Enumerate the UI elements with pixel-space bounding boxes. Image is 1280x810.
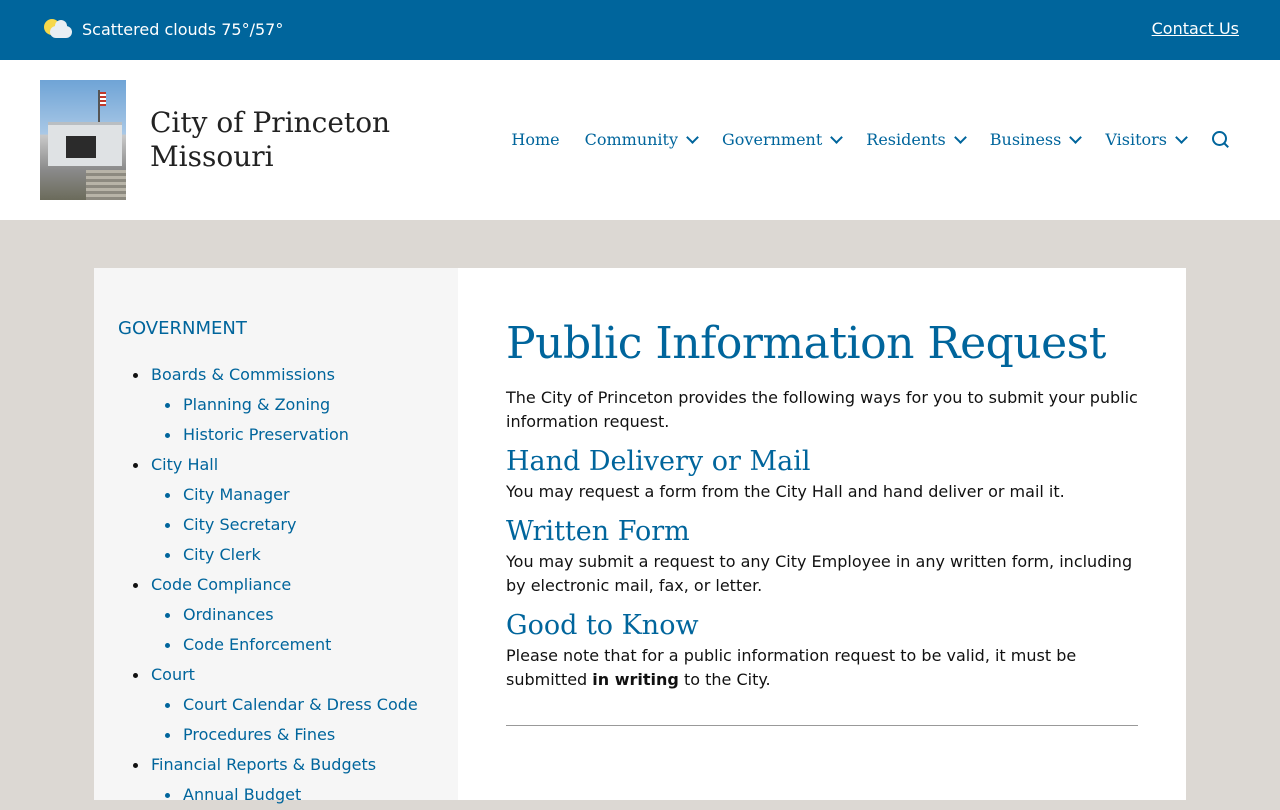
sidebar-subitem[interactable]: City Secretary: [151, 510, 418, 540]
site-title[interactable]: City of Princeton Missouri: [150, 106, 390, 174]
nav-business[interactable]: Business: [989, 130, 1083, 149]
nav-government-label: Government: [722, 130, 823, 149]
main-content: Public Information Request The City of P…: [458, 268, 1186, 800]
sidebar-subitem[interactable]: Planning & Zoning: [151, 390, 418, 420]
main-nav: Home Community Government Residents Busi…: [486, 130, 1230, 149]
section-heading-written-form: Written Form: [506, 516, 690, 547]
section-text-hand-delivery: You may request a form from the City Hal…: [506, 482, 1065, 501]
sidebar-item[interactable]: Financial Reports & Budgets: [133, 750, 418, 780]
sidebar-item[interactable]: City Hall: [133, 450, 418, 480]
intro-text: The City of Princeton provides the follo…: [506, 388, 1138, 431]
site-title-line2: Missouri: [150, 140, 274, 173]
sidebar-subitem[interactable]: Ordinances: [151, 600, 418, 630]
section-text-good-to-know: Please note that for a public informatio…: [506, 644, 1138, 692]
nav-government[interactable]: Government: [722, 130, 844, 149]
contact-us-link[interactable]: Contact Us: [1152, 19, 1239, 38]
site-title-line1: City of Princeton: [150, 106, 391, 139]
weather-text: Scattered clouds 75°/57°: [82, 19, 284, 39]
nav-visitors[interactable]: Visitors: [1105, 130, 1188, 149]
nav-residents-label: Residents: [866, 130, 946, 149]
partly-cloudy-icon: [44, 17, 72, 41]
section-heading-hand-delivery: Hand Delivery or Mail: [506, 446, 811, 477]
search-icon[interactable]: [1212, 130, 1230, 149]
sidebar-subitem[interactable]: Procedures & Fines: [151, 720, 418, 750]
chevron-down-icon: [686, 131, 699, 144]
sidebar-subitem[interactable]: Code Enforcement: [151, 630, 418, 660]
sidebar-item[interactable]: Court: [133, 660, 418, 690]
sidebar-subitem[interactable]: Annual Budget: [151, 780, 418, 810]
nav-community[interactable]: Community: [584, 130, 699, 149]
top-bar: Scattered clouds 75°/57° Contact Us: [0, 0, 1280, 60]
chevron-down-icon: [1069, 131, 1083, 144]
sidebar: GOVERNMENT Boards & Commissions Planning …: [94, 268, 458, 804]
good-to-know-bold: in writing: [592, 670, 679, 689]
city-logo[interactable]: [40, 80, 126, 200]
nav-visitors-label: Visitors: [1105, 130, 1167, 149]
site-header: City of Princeton Missouri Home Communit…: [0, 60, 1280, 220]
sidebar-subitem[interactable]: City Manager: [151, 480, 418, 510]
section-text-written-form: You may submit a request to any City Emp…: [506, 552, 1133, 595]
sidebar-subitem[interactable]: Court Calendar & Dress Code: [151, 690, 418, 720]
nav-home[interactable]: Home: [511, 130, 559, 149]
sidebar-list: Boards & Commissions Planning & Zoning His…: [133, 360, 418, 810]
nav-business-label: Business: [989, 130, 1062, 149]
nav-home-label: Home: [511, 130, 560, 149]
divider: [506, 725, 1138, 726]
nav-residents[interactable]: Residents: [866, 130, 967, 149]
good-to-know-text-end: to the City.: [678, 670, 771, 689]
nav-community-label: Community: [584, 130, 679, 149]
sidebar-item[interactable]: Boards & Commissions: [133, 360, 418, 390]
section-heading-good-to-know: Good to Know: [506, 610, 699, 641]
sidebar-item[interactable]: Code Compliance: [133, 570, 418, 600]
sidebar-subitem[interactable]: City Clerk: [151, 540, 418, 570]
weather-widget: Scattered clouds 75°/57°: [44, 17, 283, 41]
page-title: Public Information Request: [506, 318, 1106, 369]
chevron-down-icon: [953, 131, 967, 144]
sidebar-heading[interactable]: GOVERNMENT: [118, 318, 247, 339]
chevron-down-icon: [1175, 131, 1188, 144]
chevron-down-icon: [830, 131, 844, 144]
sidebar-subitem[interactable]: Historic Preservation: [151, 420, 418, 450]
